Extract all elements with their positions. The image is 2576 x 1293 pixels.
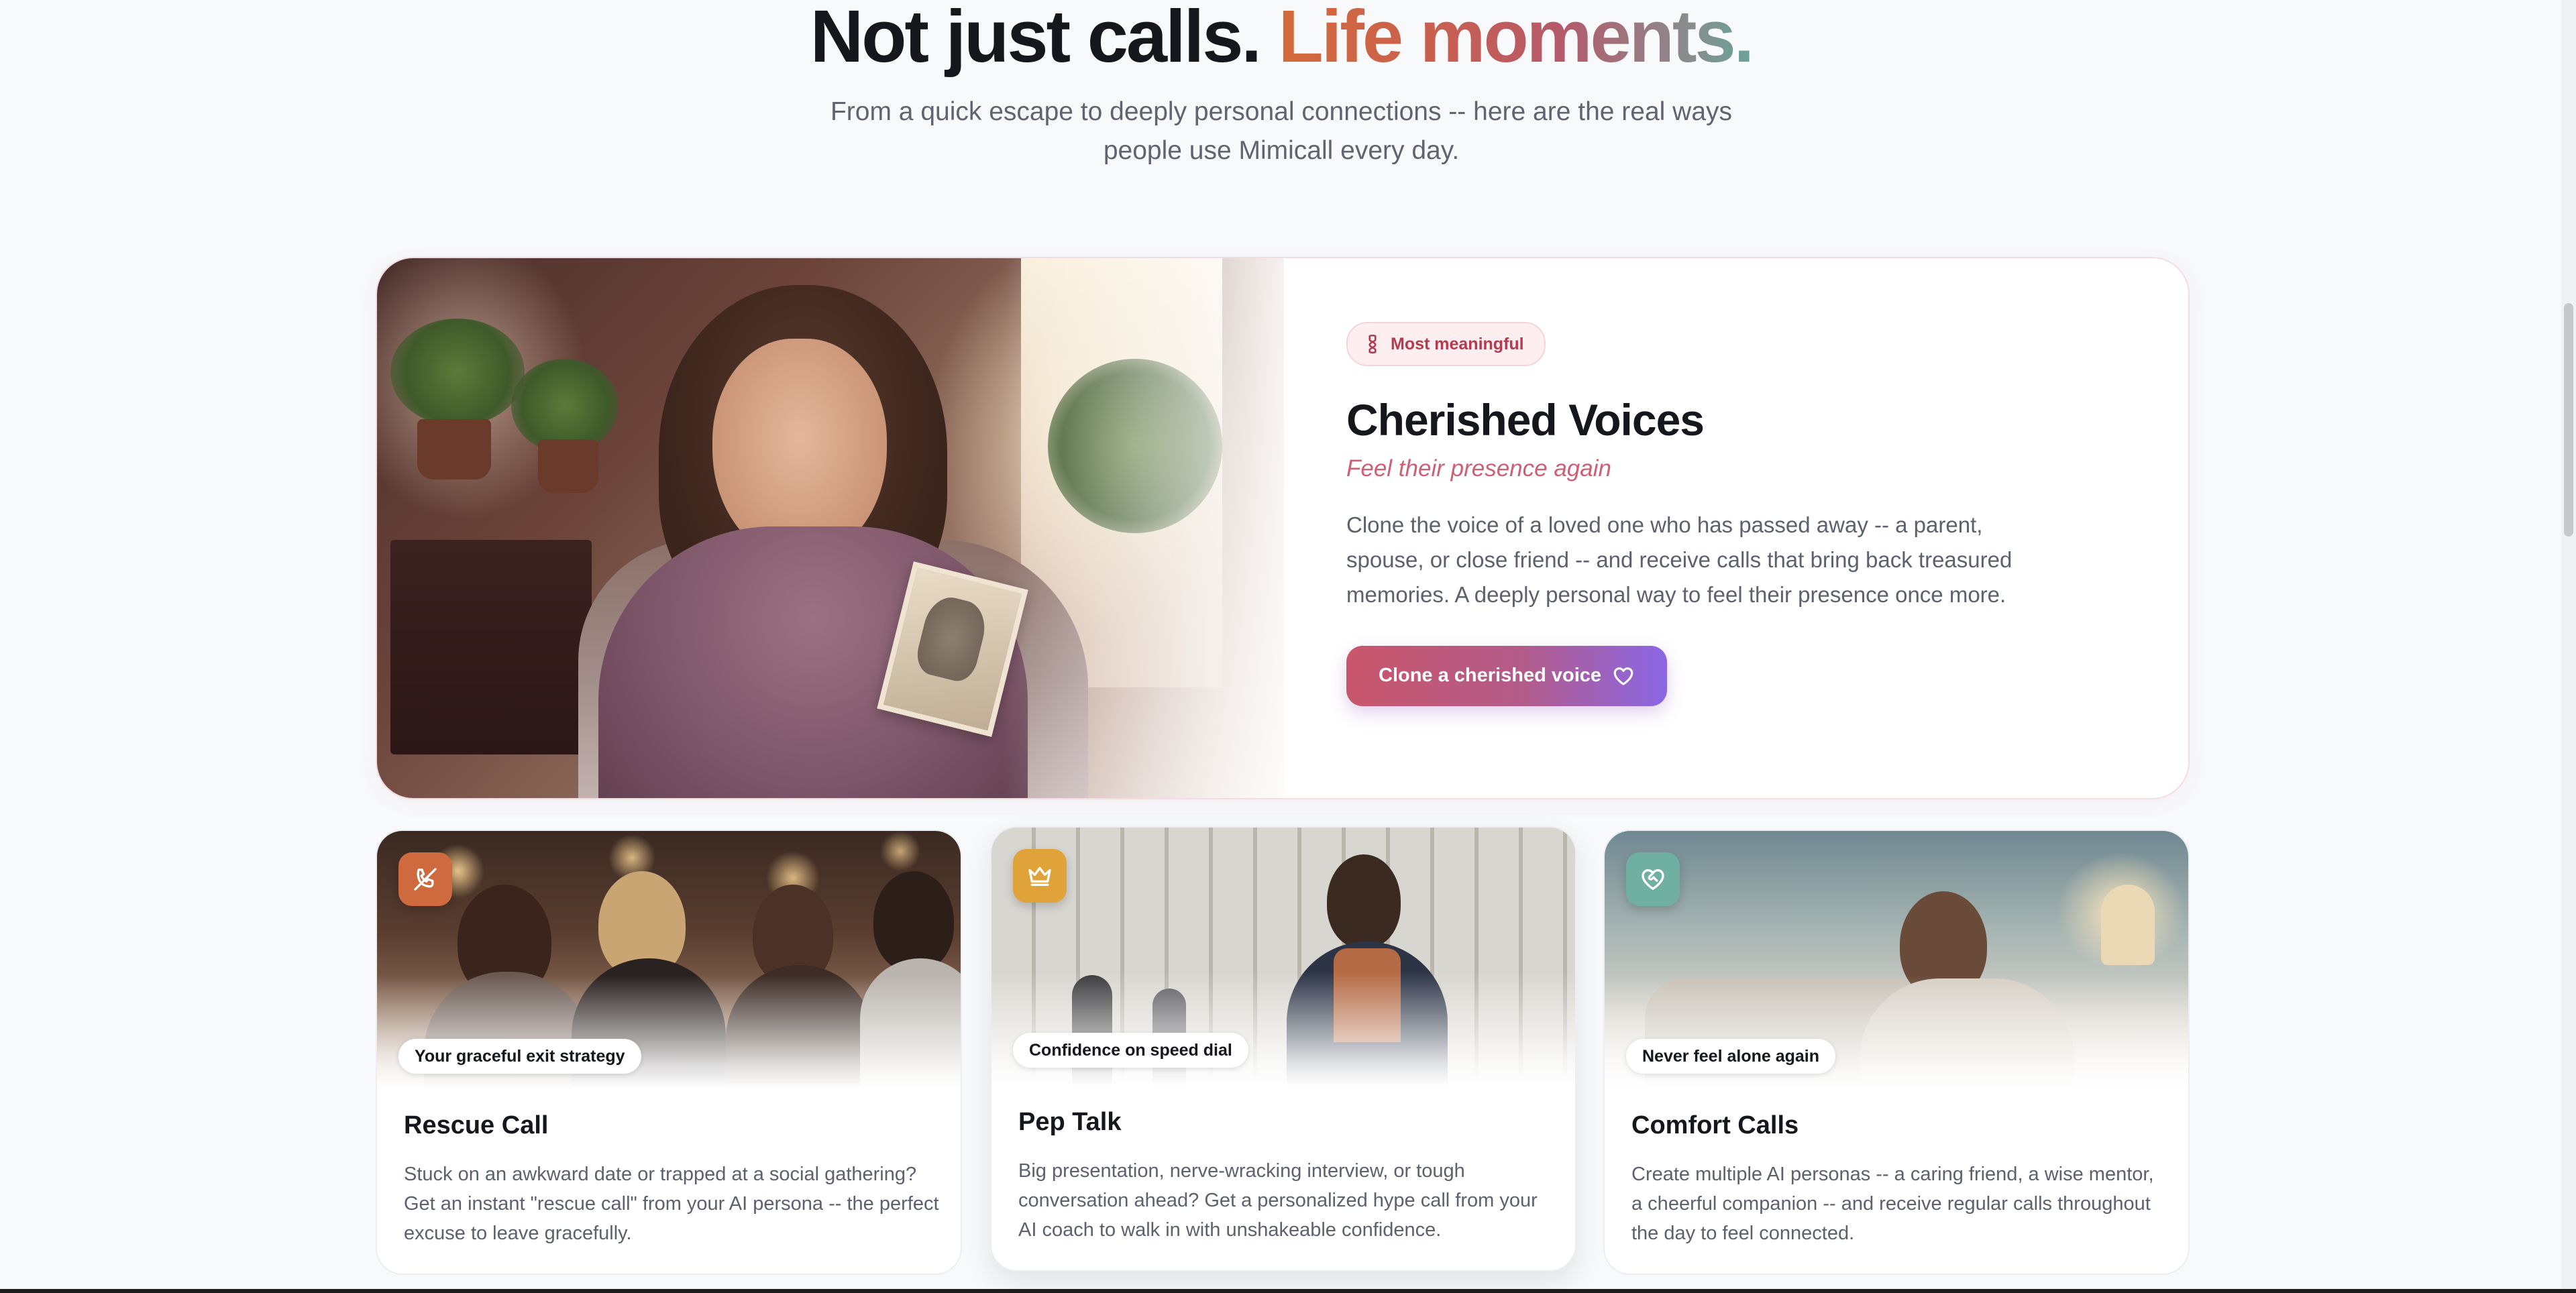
featured-card-cherished-voices: Most meaningful Cherished Voices Feel th… xyxy=(376,257,2190,799)
rescue-call-title: Rescue Call xyxy=(404,1111,549,1139)
card-icon-rescue xyxy=(398,852,452,906)
comfort-calls-description: Create multiple AI personas -- a caring … xyxy=(1631,1164,2154,1244)
pep-talk-description: Big presentation, nerve-wracking intervi… xyxy=(1018,1160,1538,1241)
use-case-card-comfort-calls[interactable]: Never feel alone again Comfort Calls Cre… xyxy=(1603,830,2190,1275)
heart-handshake-icon xyxy=(1642,869,1664,890)
featured-title: Cherished Voices xyxy=(1346,395,1705,445)
comfort-calls-chip: Never feel alone again xyxy=(1626,1039,1836,1074)
cta-label: Clone a cherished voice xyxy=(1379,665,1602,687)
section-title: Not just calls. Life moments. xyxy=(0,0,2563,74)
card-icon-pep xyxy=(1013,849,1067,903)
crown-icon xyxy=(1028,866,1051,886)
section-title-accent: Life moments. xyxy=(1279,0,1755,78)
scrollbar-thumb[interactable] xyxy=(2564,303,2573,537)
featured-photo-woman-with-photograph xyxy=(377,258,1284,798)
use-case-card-pep-talk[interactable]: Confidence on speed dial Pep Talk Big pr… xyxy=(990,826,1576,1272)
scrollbar-track[interactable] xyxy=(2561,0,2576,1293)
section-title-plain: Not just calls. xyxy=(810,0,1262,78)
phone-off-icon xyxy=(414,868,437,891)
rescue-call-description: Stuck on an awkward date or trapped at a… xyxy=(404,1164,939,1244)
pep-talk-chip: Confidence on speed dial xyxy=(1013,1033,1248,1068)
clone-cherished-voice-button[interactable]: Clone a cherished voice xyxy=(1346,645,1668,706)
ribbon-icon xyxy=(1368,334,1377,354)
use-case-card-rescue-call[interactable]: Your graceful exit strategy Rescue Call … xyxy=(376,830,962,1275)
card-icon-comfort xyxy=(1626,852,1680,906)
comfort-calls-title: Comfort Calls xyxy=(1631,1111,1799,1139)
badge-label: Most meaningful xyxy=(1391,334,1524,353)
featured-description: Clone the voice of a loved one who has p… xyxy=(1346,512,2012,607)
heart-icon xyxy=(1613,667,1633,685)
section-subtitle: From a quick escape to deeply personal c… xyxy=(830,97,1733,165)
most-meaningful-badge: Most meaningful xyxy=(1346,322,1546,366)
rescue-call-chip: Your graceful exit strategy xyxy=(398,1039,641,1074)
featured-content: Most meaningful Cherished Voices Feel th… xyxy=(1346,322,2071,706)
featured-tagline: Feel their presence again xyxy=(1346,455,1611,482)
pep-talk-title: Pep Talk xyxy=(1018,1108,1122,1136)
page: Not just calls. Life moments. From a qui… xyxy=(0,0,2576,1293)
